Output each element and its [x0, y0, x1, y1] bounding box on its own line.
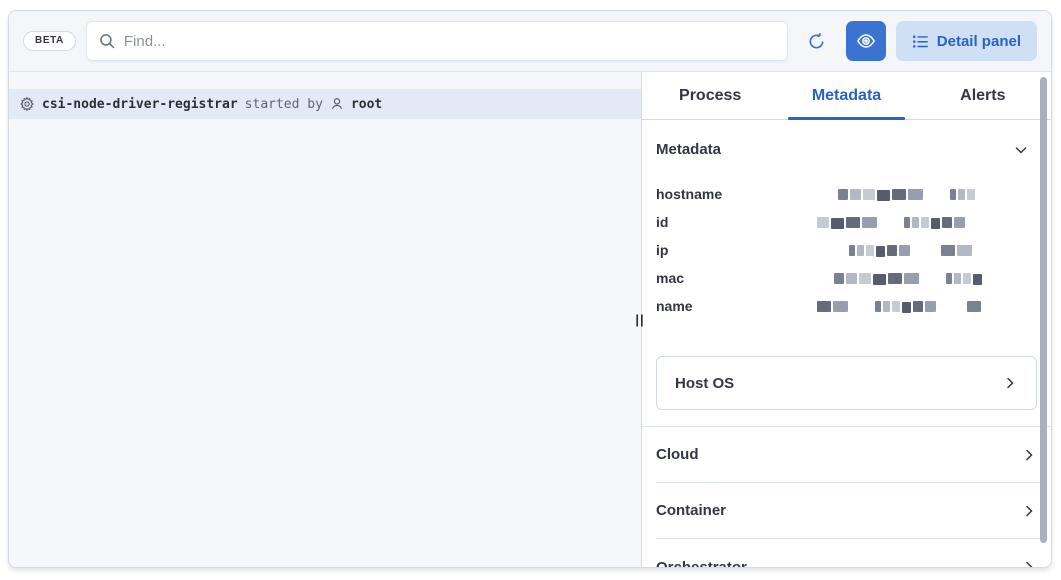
detail-panel-button[interactable]: Detail panel	[896, 21, 1037, 61]
field-label: name	[656, 298, 817, 314]
field-label: mac	[656, 270, 817, 286]
process-tree-panel: csi-node-driver-registrar started by roo…	[9, 72, 641, 567]
detail-panel: Process Metadata Alerts Metadata hostnam…	[641, 72, 1051, 567]
beta-badge: BETA	[23, 31, 76, 51]
session-view-window: BETA	[8, 10, 1052, 568]
redacted-value	[834, 272, 982, 285]
refresh-button[interactable]	[802, 26, 832, 56]
main-area: csi-node-driver-registrar started by roo…	[9, 71, 1051, 567]
metadata-tab-content: Metadata hostname id	[642, 120, 1051, 568]
redacted-value	[824, 244, 972, 257]
metadata-accordion-header[interactable]: Metadata	[656, 120, 1037, 168]
field-label: ip	[656, 242, 817, 258]
chevron-down-icon	[1013, 142, 1029, 158]
gear-icon	[19, 96, 35, 112]
search-input[interactable]	[124, 33, 775, 50]
field-row-mac: mac	[656, 264, 1037, 292]
host-os-card[interactable]: Host OS	[656, 356, 1037, 410]
process-tree-row[interactable]: csi-node-driver-registrar started by roo…	[9, 89, 641, 119]
user-name: root	[351, 97, 382, 112]
panel-resize-handle[interactable]: ||	[635, 309, 645, 331]
accordion-label: Orchestrator	[656, 559, 747, 569]
chevron-right-icon	[1021, 503, 1037, 519]
redacted-value	[817, 188, 975, 201]
field-row-id: id	[656, 208, 1037, 236]
metadata-section-title: Metadata	[656, 141, 721, 158]
tab-process[interactable]: Process	[642, 72, 778, 119]
chevron-right-icon	[1021, 559, 1037, 568]
list-icon	[912, 33, 929, 50]
tab-alerts[interactable]: Alerts	[915, 72, 1051, 119]
field-row-ip: ip	[656, 236, 1037, 264]
eye-icon	[856, 31, 876, 51]
detail-tabbar: Process Metadata Alerts	[642, 72, 1051, 120]
redacted-value	[817, 216, 979, 229]
toolbar: BETA	[9, 11, 1051, 71]
vertical-scrollbar[interactable]	[1040, 77, 1047, 543]
chevron-right-icon	[1002, 375, 1018, 391]
field-label: id	[656, 214, 817, 230]
tab-metadata[interactable]: Metadata	[778, 72, 914, 119]
toggle-details-button[interactable]	[846, 21, 886, 61]
field-label: hostname	[656, 186, 817, 202]
started-by-text: started by	[245, 97, 323, 112]
accordion-orchestrator[interactable]: Orchestrator	[656, 539, 1041, 568]
accordion-label: Container	[656, 502, 726, 519]
user-icon	[330, 97, 344, 111]
field-row-hostname: hostname	[656, 180, 1037, 208]
accordion-cloud[interactable]: Cloud	[656, 427, 1041, 483]
host-os-label: Host OS	[675, 375, 734, 392]
refresh-icon	[807, 32, 826, 51]
field-row-name: name	[656, 292, 1037, 320]
search-box[interactable]	[86, 21, 788, 61]
detail-panel-button-label: Detail panel	[937, 33, 1021, 50]
chevron-right-icon	[1021, 447, 1037, 463]
process-name: csi-node-driver-registrar	[42, 97, 238, 112]
metadata-fields: hostname id ip mac	[656, 180, 1037, 320]
search-icon	[99, 33, 116, 50]
accordion-container[interactable]: Container	[656, 483, 1041, 539]
accordion-label: Cloud	[656, 446, 699, 463]
redacted-value	[817, 300, 981, 313]
